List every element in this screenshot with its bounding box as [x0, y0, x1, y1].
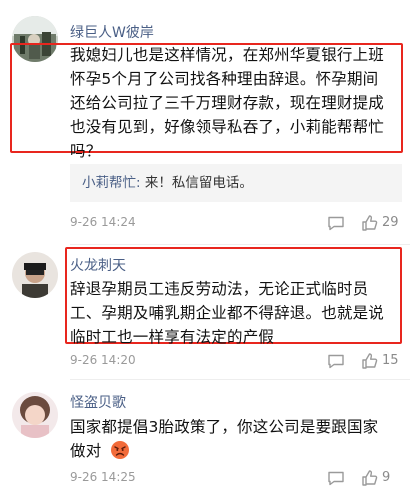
comment-line-with-emoji: 做对 — [70, 439, 402, 463]
comment-item: 绿巨人W彼岸 我媳妇儿也是这样情况，在郑州华夏银行上班 怀孕5个月了公司找各种理… — [0, 0, 410, 231]
comment-line: 工、孕期及哺乳期企业都不得辞退。也就是说 — [70, 304, 385, 322]
comment-line: 辞退孕期员工违反劳动法，无论正式临时员 — [70, 280, 369, 298]
avatar[interactable] — [12, 252, 58, 298]
angry-face-emoji — [110, 440, 130, 460]
reply-text: 来！私信留电话。 — [140, 175, 253, 191]
reply-author[interactable]: 小莉帮忙: — [82, 175, 141, 191]
username[interactable]: 怪盗贝歌 — [70, 392, 126, 412]
username[interactable]: 绿巨人W彼岸 — [70, 22, 154, 42]
like-count: 15 — [382, 353, 399, 368]
comment-icon[interactable] — [326, 213, 346, 233]
comment-text: 国家都提倡3胎政策了，你这公司是要跟国家 做对 — [70, 415, 402, 463]
comment-icon[interactable] — [326, 351, 346, 371]
comment-line: 我媳妇儿也是这样情况，在郑州华夏银行上班 — [70, 46, 385, 64]
comment-line: 做对 — [70, 442, 102, 460]
comment-item: 火龙刺天 辞退孕期员工违反劳动法，无论正式临时员 工、孕期及哺乳期企业都不得辞退… — [0, 245, 410, 375]
comment-line: 国家都提倡3胎政策了，你这公司是要跟国家 — [70, 418, 379, 436]
timestamp: 9-26 14:24 — [70, 215, 136, 229]
reply-box[interactable]: 小莉帮忙: 来！私信留电话。 — [70, 164, 402, 202]
avatar[interactable] — [12, 392, 58, 438]
comment-line: 也没有见到，好像领导私吞了，小莉能帮帮忙 — [70, 118, 385, 136]
comment-line: 怀孕5个月了公司找各种理由辞退。怀孕期间 — [70, 70, 379, 88]
comment-icon[interactable] — [326, 468, 346, 488]
thumbs-up-icon[interactable] — [360, 213, 380, 233]
timestamp: 9-26 14:20 — [70, 353, 136, 367]
comment-line: 吗？ — [70, 142, 102, 160]
like-count: 9 — [382, 470, 391, 485]
comment-meta: 9-26 14:24 29 — [70, 213, 402, 233]
thumbs-up-icon[interactable] — [360, 468, 380, 488]
comment-item: 怪盗贝歌 国家都提倡3胎政策了，你这公司是要跟国家 做对 9-26 14:25 … — [0, 380, 410, 496]
comment-text: 我媳妇儿也是这样情况，在郑州华夏银行上班 怀孕5个月了公司找各种理由辞退。怀孕期… — [70, 43, 402, 163]
comment-meta: 9-26 14:20 15 — [70, 351, 402, 371]
thumbs-up-icon[interactable] — [360, 351, 380, 371]
comment-meta: 9-26 14:25 9 — [70, 468, 402, 488]
like-count: 29 — [382, 215, 399, 230]
comment-text: 辞退孕期员工违反劳动法，无论正式临时员 工、孕期及哺乳期企业都不得辞退。也就是说… — [70, 277, 402, 349]
comment-line: 临时工也一样享有法定的产假 — [70, 328, 275, 346]
comment-line: 还给公司拉了三千万理财存款，现在理财提成 — [70, 94, 385, 112]
timestamp: 9-26 14:25 — [70, 470, 136, 484]
